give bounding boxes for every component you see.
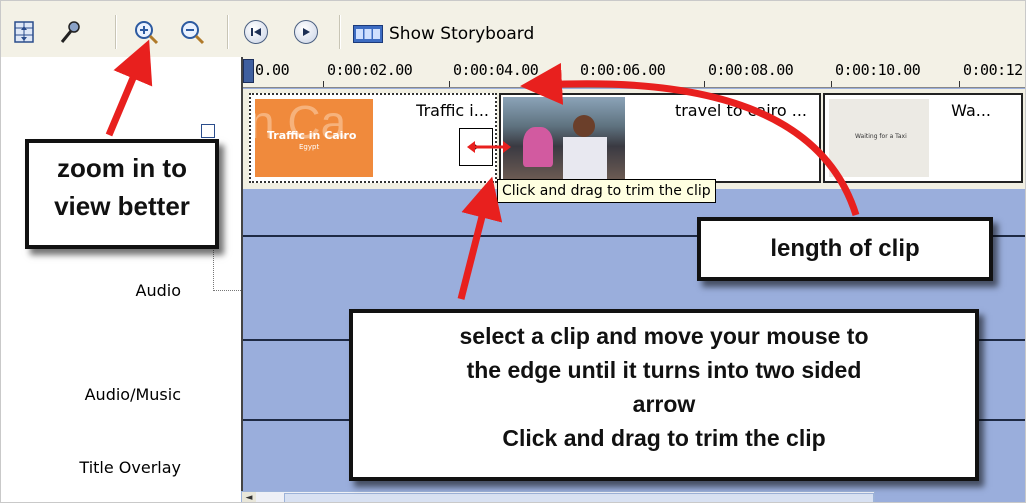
ruler-tick-label: 0:00:04.00 — [453, 61, 539, 79]
ruler-tick — [704, 81, 705, 87]
tree-line — [213, 290, 241, 291]
callout-text: arrow — [632, 391, 696, 417]
track-labels-panel: Audio Audio/Music Title Overlay — [1, 57, 241, 502]
timeline-toolbar: Show Storyboard — [1, 1, 1025, 57]
trim-tooltip: Click and drag to trim the clip — [497, 179, 716, 203]
thumbnail-title: Traffic in Cairo — [267, 129, 357, 142]
callout-zoom: zoom in to view better — [25, 139, 219, 249]
thumbnail-title: Waiting for a Taxi — [855, 133, 907, 140]
track-label-title-overlay: Title Overlay — [79, 458, 181, 477]
ruler-tick — [449, 81, 450, 87]
toolbar-separator — [115, 15, 117, 49]
thumbnail-subtitle: Egypt — [299, 143, 320, 151]
clip-waiting-for-a-taxi[interactable]: Waiting for a Taxi Wa... — [823, 93, 1023, 183]
callout-text: zoom in to — [57, 153, 187, 183]
ruler-tick-label: 0:00:12 — [963, 61, 1023, 79]
clip-title: travel to cairo ... — [674, 101, 807, 120]
clip-thumbnail: n Ca Traffic in Cairo Egypt — [255, 99, 373, 177]
callout-text: Click and drag to trim the clip — [502, 425, 826, 451]
ruler-tick-label: 0.00 — [255, 61, 290, 79]
show-storyboard-button[interactable]: Show Storyboard — [353, 21, 534, 47]
ruler-tick — [959, 81, 960, 87]
ruler-tick-label: 0:00:06.00 — [580, 61, 666, 79]
callout-length: length of clip — [697, 217, 993, 281]
clip-travel-to-cairo[interactable]: travel to cairo ... — [499, 93, 821, 183]
trim-cursor-box — [459, 128, 493, 166]
rewind-button[interactable] — [243, 19, 269, 45]
ruler-tick — [576, 81, 577, 87]
callout-text: the edge until it turns into two sided — [466, 357, 862, 383]
clip-title: Wa... — [951, 101, 991, 120]
ruler-tick — [831, 81, 832, 87]
zoom-in-icon[interactable] — [133, 19, 159, 45]
callout-text: length of clip — [770, 235, 920, 262]
callout-trim: select a clip and move your mouse to the… — [349, 309, 979, 481]
microphone-icon[interactable] — [57, 19, 83, 45]
ruler-tick — [323, 81, 324, 87]
clip-thumbnail: Waiting for a Taxi — [829, 99, 929, 177]
toolbar-separator — [227, 15, 229, 49]
time-ruler[interactable]: 0.00 0:00:02.00 0:00:04.00 0:00:06.00 0:… — [243, 57, 1025, 88]
video-track: n Ca Traffic in Cairo Egypt Traffic i...… — [243, 89, 1025, 189]
callout-text: view better — [54, 191, 190, 221]
clip-title: Traffic i... — [416, 101, 489, 120]
callout-text: select a clip and move your mouse to — [459, 323, 869, 349]
scroll-left-icon[interactable]: ◄ — [242, 492, 256, 502]
film-icon — [353, 25, 383, 43]
expand-toggle[interactable] — [201, 124, 215, 138]
storyboard-grid-icon[interactable] — [11, 19, 37, 45]
play-button[interactable] — [293, 19, 319, 45]
playhead[interactable] — [243, 59, 254, 83]
ruler-tick-label: 0:00:10.00 — [835, 61, 921, 79]
toolbar-separator — [339, 15, 341, 49]
rewind-icon — [244, 20, 268, 44]
track-label-audio: Audio — [135, 281, 181, 300]
play-icon — [294, 20, 318, 44]
app-window: Show Storyboard Audio Audio/Music Title … — [0, 0, 1026, 503]
ruler-tick-label: 0:00:08.00 — [708, 61, 794, 79]
horizontal-scrollbar[interactable]: ◄ — [241, 491, 875, 502]
zoom-out-icon[interactable] — [179, 19, 205, 45]
track-label-audio-music: Audio/Music — [84, 385, 181, 404]
clip-thumbnail — [503, 97, 625, 179]
ruler-tick-label: 0:00:02.00 — [327, 61, 413, 79]
show-storyboard-label: Show Storyboard — [389, 24, 535, 44]
scroll-thumb[interactable] — [284, 493, 874, 502]
